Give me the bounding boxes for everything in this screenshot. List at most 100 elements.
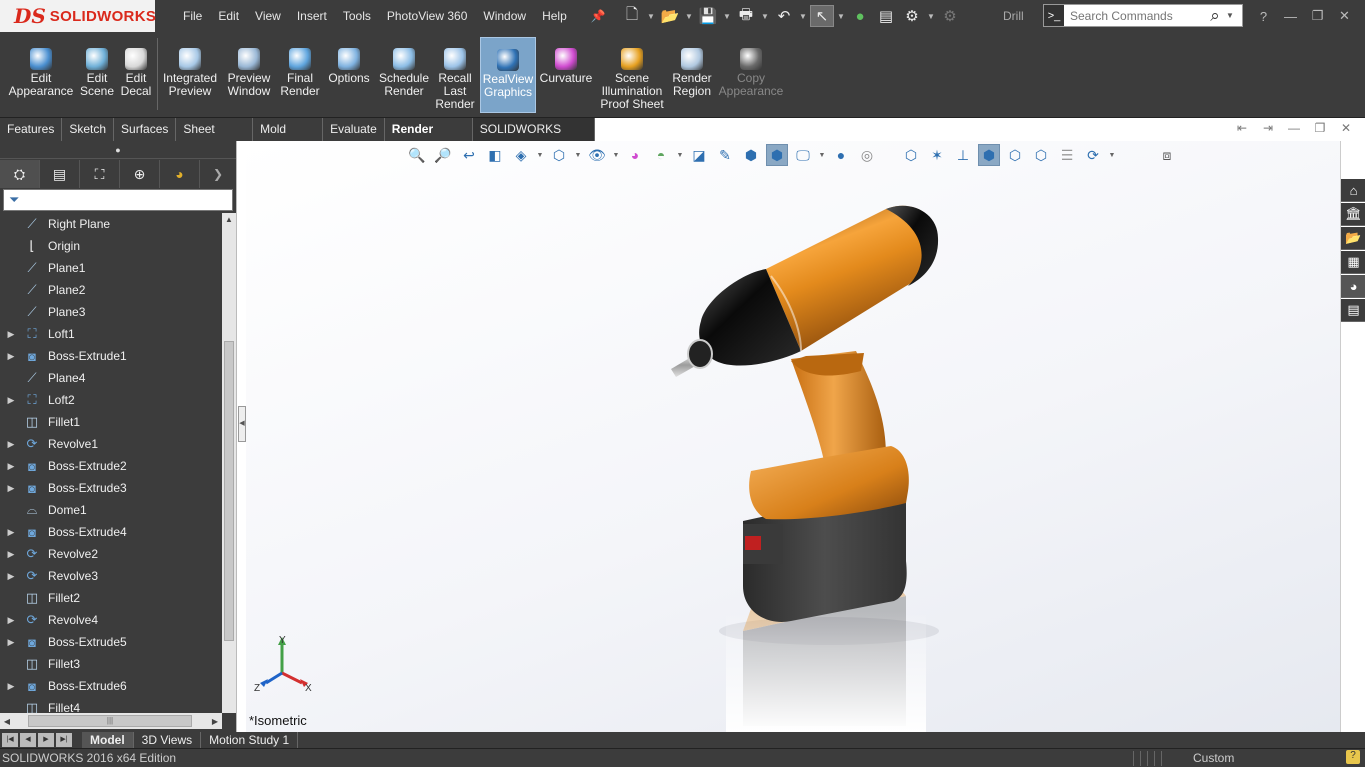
tree-item[interactable]: ▶ ⟳ Revolve2 bbox=[0, 543, 222, 565]
recall-last-render-button[interactable]: Recall Last Render bbox=[434, 37, 476, 113]
solidworks-logo[interactable]: DS SOLIDWORKS bbox=[0, 0, 156, 32]
units-selector[interactable]: Custom bbox=[1193, 751, 1234, 765]
file-properties-icon[interactable]: ▤ bbox=[874, 5, 898, 27]
save-dropdown-icon[interactable]: ▼ bbox=[722, 5, 732, 27]
tab-surfaces[interactable]: Surfaces bbox=[114, 118, 177, 141]
tab-evaluate[interactable]: Evaluate bbox=[323, 118, 385, 141]
options-dropdown-icon[interactable]: ▼ bbox=[926, 5, 936, 27]
magnifier-icon[interactable]: ⌕ bbox=[1204, 6, 1226, 26]
tab-features[interactable]: Features bbox=[0, 118, 63, 141]
quick-tips-icon[interactable]: ? bbox=[1346, 750, 1360, 764]
design-library-icon[interactable]: 🏛 bbox=[1341, 203, 1365, 226]
options-gear-icon[interactable]: ⚙ bbox=[900, 5, 924, 27]
menu-window[interactable]: Window bbox=[475, 9, 534, 23]
schedule-render-button[interactable]: Schedule Render bbox=[376, 37, 432, 113]
save-icon[interactable]: 💾 bbox=[696, 5, 720, 27]
tile-left-icon[interactable]: ⇤ bbox=[1233, 121, 1251, 135]
tree-item[interactable]: ⟋ Plane4 bbox=[0, 367, 222, 389]
collapse-panel-handle[interactable]: ◀ bbox=[238, 406, 246, 442]
tree-item[interactable]: ▶ ⟳ Revolve4 bbox=[0, 609, 222, 631]
propertymanager-tab-icon[interactable]: ▤ bbox=[40, 160, 80, 188]
menu-edit[interactable]: Edit bbox=[210, 9, 247, 23]
menu-file[interactable]: File bbox=[175, 9, 210, 23]
search-dropdown-icon[interactable]: ▼ bbox=[1226, 11, 1234, 20]
doc-close-icon[interactable]: ✕ bbox=[1337, 121, 1355, 135]
tree-item[interactable]: ▶ ◙ Boss-Extrude3 bbox=[0, 477, 222, 499]
tree-item[interactable]: ▶ ⟳ Revolve3 bbox=[0, 565, 222, 587]
restore-icon[interactable]: ❐ bbox=[1304, 8, 1331, 24]
curvature-button[interactable]: Curvature bbox=[539, 37, 593, 113]
doc-restore-icon[interactable]: ❐ bbox=[1311, 121, 1329, 135]
scroll-left-icon[interactable]: ◀ bbox=[0, 717, 14, 726]
file-explorer-icon[interactable]: 📂 bbox=[1341, 227, 1365, 250]
tab-model[interactable]: Model bbox=[82, 732, 134, 748]
tree-item[interactable]: ◫ Fillet4 bbox=[0, 697, 222, 713]
tab-3d-views[interactable]: 3D Views bbox=[134, 732, 202, 748]
expand-arrow-icon[interactable]: ▶ bbox=[0, 571, 22, 582]
featuremanager-tab-icon[interactable]: ⛭ bbox=[0, 160, 40, 188]
open-dropdown-icon[interactable]: ▼ bbox=[684, 5, 694, 27]
tile-right-icon[interactable]: ⇥ bbox=[1259, 121, 1277, 135]
rebuild-traffic-light-icon[interactable]: ● bbox=[848, 5, 872, 27]
undo-icon[interactable]: ↶ bbox=[772, 5, 796, 27]
undo-dropdown-icon[interactable]: ▼ bbox=[798, 5, 808, 27]
configurationmanager-tab-icon[interactable]: ⛶ bbox=[80, 160, 120, 188]
panel-grip[interactable]: ● bbox=[0, 141, 236, 159]
menu-tools[interactable]: Tools bbox=[335, 9, 379, 23]
hscroll-thumb[interactable]: ||| bbox=[28, 715, 192, 727]
drill-model[interactable] bbox=[246, 141, 1340, 732]
tree-item[interactable]: ▶ ◙ Boss-Extrude2 bbox=[0, 455, 222, 477]
open-folder-icon[interactable]: 📂 bbox=[658, 5, 682, 27]
menu-help[interactable]: Help bbox=[534, 9, 575, 23]
tab-sheet-metal[interactable]: Sheet Metal bbox=[176, 118, 254, 159]
options-button[interactable]: Options bbox=[326, 37, 372, 113]
expand-arrow-icon[interactable]: ▶ bbox=[0, 351, 22, 362]
help-icon[interactable]: ? bbox=[1250, 9, 1277, 24]
command-search-icon[interactable]: >_ bbox=[1044, 5, 1064, 26]
next-tab-icon[interactable]: ▶ bbox=[38, 733, 54, 747]
pin-menu-icon[interactable]: 📌 bbox=[583, 9, 614, 23]
realview-graphics-button[interactable]: RealView Graphics bbox=[480, 37, 536, 113]
render-region-button[interactable]: Render Region bbox=[669, 37, 715, 113]
edit-decal-button[interactable]: Edit Decal bbox=[118, 37, 154, 113]
tree-item[interactable]: ▶ ◙ Boss-Extrude6 bbox=[0, 675, 222, 697]
tree-item[interactable]: ▶ ◙ Boss-Extrude1 bbox=[0, 345, 222, 367]
tree-item[interactable]: ◫ Fillet3 bbox=[0, 653, 222, 675]
menu-photoview360[interactable]: PhotoView 360 bbox=[379, 9, 476, 23]
view-palette-icon[interactable]: ▦ bbox=[1341, 251, 1365, 274]
expand-arrow-icon[interactable]: ▶ bbox=[0, 615, 22, 626]
expand-arrow-icon[interactable]: ▶ bbox=[0, 483, 22, 494]
more-tabs-chevron-icon[interactable]: ❯ bbox=[200, 160, 236, 188]
last-tab-icon[interactable]: ▶| bbox=[56, 733, 72, 747]
tab-solidworks-mbd[interactable]: SOLIDWORKS MBD bbox=[472, 118, 595, 159]
tree-item[interactable]: ▶ ⛶ Loft2 bbox=[0, 389, 222, 411]
expand-arrow-icon[interactable]: ▶ bbox=[0, 637, 22, 648]
menu-view[interactable]: View bbox=[247, 9, 289, 23]
appearances-scenes-icon[interactable]: ◕ bbox=[1341, 275, 1365, 298]
search-input[interactable] bbox=[1064, 5, 1204, 26]
prev-tab-icon[interactable]: ◀ bbox=[20, 733, 36, 747]
expand-arrow-icon[interactable]: ▶ bbox=[0, 681, 22, 692]
first-tab-icon[interactable]: |◀ bbox=[2, 733, 18, 747]
scroll-thumb[interactable] bbox=[224, 341, 234, 641]
print-icon[interactable]: 🖶 bbox=[734, 5, 758, 27]
panel-splitter[interactable]: ◀ bbox=[236, 141, 246, 732]
edit-appearance-button[interactable]: Edit Appearance bbox=[6, 37, 76, 113]
edit-scene-button[interactable]: Edit Scene bbox=[78, 37, 116, 113]
preview-window-button[interactable]: Preview Window bbox=[224, 37, 274, 113]
select-dropdown-icon[interactable]: ▼ bbox=[836, 5, 846, 27]
tree-item[interactable]: ⌓ Dome1 bbox=[0, 499, 222, 521]
tree-item[interactable]: ▶ ◙ Boss-Extrude5 bbox=[0, 631, 222, 653]
tree-item[interactable]: ▶ ◙ Boss-Extrude4 bbox=[0, 521, 222, 543]
final-render-button[interactable]: Final Render bbox=[278, 37, 322, 113]
expand-arrow-icon[interactable]: ▶ bbox=[0, 329, 22, 340]
scroll-right-icon[interactable]: ▶ bbox=[208, 717, 222, 726]
expand-arrow-icon[interactable]: ▶ bbox=[0, 395, 22, 406]
tree-horizontal-scrollbar[interactable]: ◀ ||| ▶ bbox=[0, 713, 222, 729]
select-pointer-icon[interactable]: ↖ bbox=[810, 5, 834, 27]
expand-arrow-icon[interactable]: ▶ bbox=[0, 549, 22, 560]
expand-arrow-icon[interactable]: ▶ bbox=[0, 461, 22, 472]
new-document-icon[interactable]: 🗋 bbox=[620, 5, 644, 27]
tree-item[interactable]: ⟋ Plane2 bbox=[0, 279, 222, 301]
expand-arrow-icon[interactable]: ▶ bbox=[0, 527, 22, 538]
